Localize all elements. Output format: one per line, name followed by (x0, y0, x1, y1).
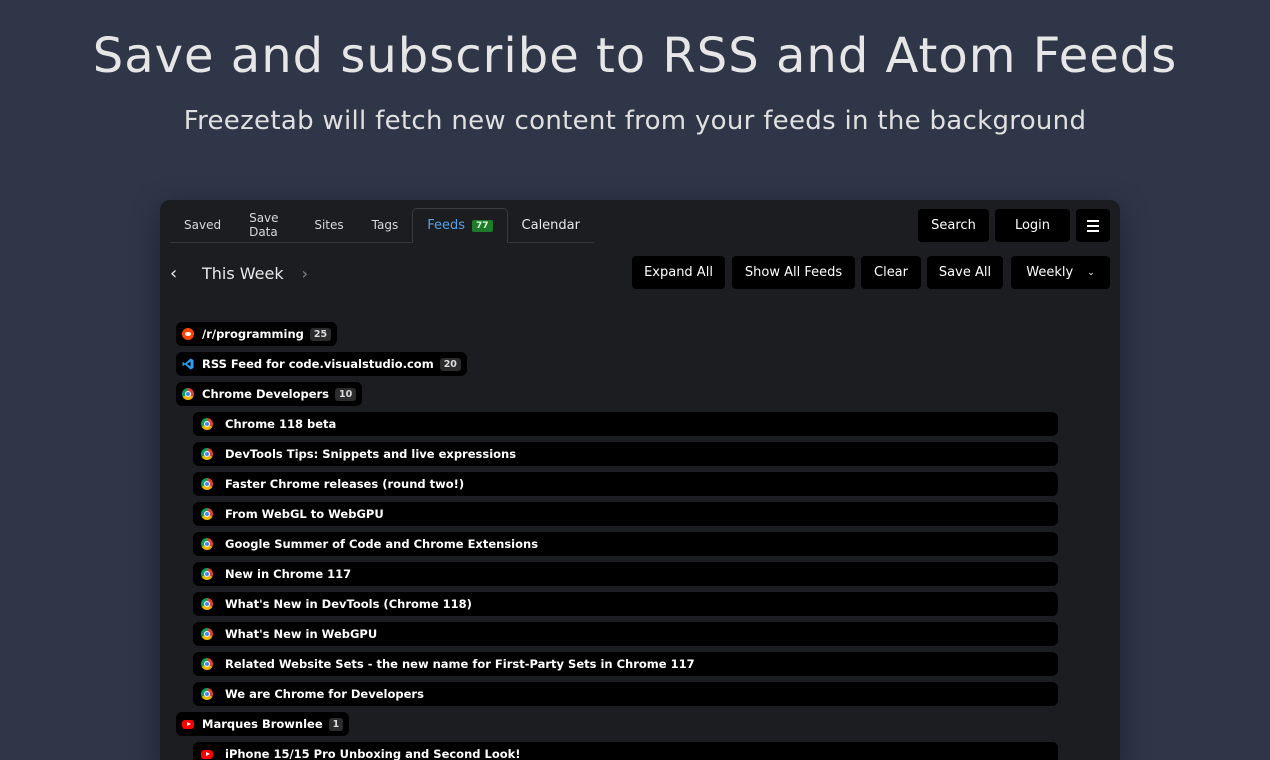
tab-label: Feeds (427, 218, 465, 233)
chrome-icon (201, 508, 213, 520)
feed-name: RSS Feed for code.visualstudio.com (202, 357, 434, 371)
feed-item-title: Chrome 118 beta (225, 417, 337, 431)
feed-row: Marques Brownlee 1 (176, 712, 1076, 736)
feed-item[interactable]: Chrome 118 beta (193, 412, 1058, 436)
chrome-icon (201, 418, 213, 430)
feed-item-title: What's New in WebGPU (225, 627, 378, 641)
expand-all-button[interactable]: Expand All (632, 256, 725, 289)
feeds-count-badge: 77 (472, 219, 493, 232)
clear-button[interactable]: Clear (861, 256, 921, 289)
feed-item-title: Google Summer of Code and Chrome Extensi… (225, 537, 539, 551)
feed-header[interactable]: /r/programming 25 (176, 322, 338, 346)
chevron-right-icon[interactable]: › (302, 264, 316, 283)
tab-label: Sites (314, 218, 344, 232)
chevron-left-icon[interactable]: ‹ (170, 263, 184, 284)
week-label: This Week (202, 263, 284, 283)
feed-item[interactable]: What's New in DevTools (Chrome 118) (193, 592, 1058, 616)
show-all-feeds-button[interactable]: Show All Feeds (732, 256, 855, 289)
reddit-icon (182, 328, 194, 340)
feed-name: Chrome Developers (202, 387, 330, 401)
login-button[interactable]: Login (995, 209, 1070, 242)
youtube-icon (182, 719, 194, 729)
chrome-icon (182, 388, 194, 400)
feed-item-title: We are Chrome for Developers (225, 687, 424, 701)
tab-calendar[interactable]: Calendar (508, 208, 594, 242)
feed-item-title: What's New in DevTools (Chrome 118) (225, 597, 472, 611)
tab-saved[interactable]: Saved (170, 208, 235, 242)
tab-label: Save Data (249, 211, 279, 239)
period-label: Weekly (1026, 265, 1074, 280)
chrome-icon (201, 478, 213, 490)
feed-item-title: iPhone 15/15 Pro Unboxing and Second Loo… (225, 747, 521, 760)
feed-row: Chrome Developers 10 (176, 382, 1076, 406)
feed-header[interactable]: Marques Brownlee 1 (176, 712, 350, 736)
tab-save-data[interactable]: Save Data (235, 208, 300, 242)
feed-item-title: From WebGL to WebGPU (225, 507, 384, 521)
tab-label: Calendar (521, 217, 580, 233)
feed-row: /r/programming 25 (176, 322, 1076, 346)
chrome-icon (201, 568, 213, 580)
menu-button[interactable] (1076, 209, 1110, 242)
feed-item[interactable]: New in Chrome 117 (193, 562, 1058, 586)
feed-header[interactable]: RSS Feed for code.visualstudio.com 20 (176, 352, 467, 376)
youtube-icon (201, 749, 213, 759)
feed-item[interactable]: Related Website Sets - the new name for … (193, 652, 1058, 676)
tab-tags[interactable]: Tags (358, 208, 413, 242)
week-navigation: ‹ This Week › (170, 260, 316, 286)
period-select[interactable]: Weekly ⌄ (1011, 256, 1110, 289)
tab-sites[interactable]: Sites (300, 208, 357, 242)
chrome-icon (201, 598, 213, 610)
feed-list: /r/programming 25 RSS Feed for code.visu… (176, 322, 1076, 760)
feed-row: RSS Feed for code.visualstudio.com 20 (176, 352, 1076, 376)
feed-item-title: New in Chrome 117 (225, 567, 352, 581)
feed-item-title: DevTools Tips: Snippets and live express… (225, 447, 517, 461)
tab-feeds[interactable]: Feeds 77 (412, 208, 508, 243)
chrome-icon (201, 628, 213, 640)
feed-count: 10 (335, 387, 357, 401)
feed-item-title: Faster Chrome releases (round two!) (225, 477, 465, 491)
save-all-button[interactable]: Save All (927, 256, 1003, 289)
feed-item[interactable]: Faster Chrome releases (round two!) (193, 472, 1058, 496)
feed-item[interactable]: What's New in WebGPU (193, 622, 1058, 646)
hamburger-icon (1087, 219, 1099, 232)
tab-label: Tags (371, 218, 399, 232)
feed-count: 25 (309, 327, 332, 341)
feed-item[interactable]: From WebGL to WebGPU (193, 502, 1058, 526)
chrome-icon (201, 688, 213, 700)
feed-item[interactable]: iPhone 15/15 Pro Unboxing and Second Loo… (193, 742, 1058, 760)
hero-title: Save and subscribe to RSS and Atom Feeds (92, 28, 1178, 84)
feed-item[interactable]: DevTools Tips: Snippets and live express… (193, 442, 1058, 466)
app-window: Saved Save Data Sites Tags Feeds 77 Cale… (160, 200, 1120, 760)
search-button[interactable]: Search (918, 209, 989, 242)
feed-item[interactable]: Google Summer of Code and Chrome Extensi… (193, 532, 1058, 556)
feed-name: /r/programming (202, 327, 304, 341)
feed-item[interactable]: We are Chrome for Developers (193, 682, 1058, 706)
vscode-icon (182, 358, 194, 370)
feed-item-title: Related Website Sets - the new name for … (225, 657, 695, 671)
chrome-icon (201, 658, 213, 670)
feed-name: Marques Brownlee (202, 717, 323, 731)
chrome-icon (201, 448, 213, 460)
feed-header[interactable]: Chrome Developers 10 (176, 382, 363, 406)
chrome-icon (201, 538, 213, 550)
tab-bar: Saved Save Data Sites Tags Feeds 77 Cale… (170, 208, 594, 243)
feed-count: 20 (439, 357, 461, 371)
chevron-down-icon: ⌄ (1087, 267, 1095, 278)
tab-label: Saved (184, 218, 222, 232)
hero-subtitle: Freezetab will fetch new content from yo… (183, 106, 1087, 136)
feed-count: 1 (328, 717, 344, 731)
